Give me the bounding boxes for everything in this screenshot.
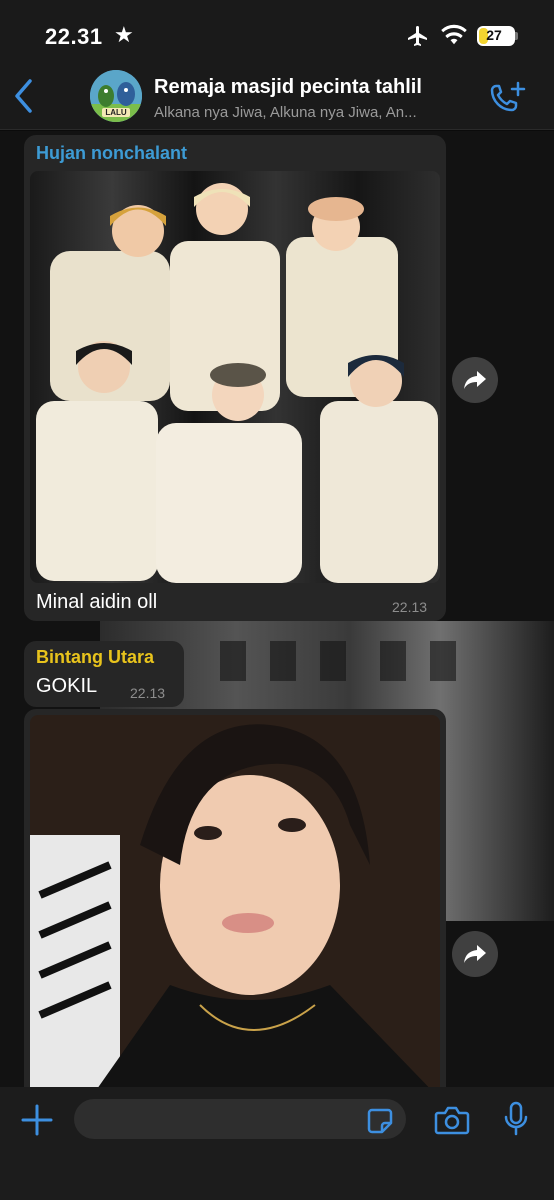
message-time: 22.13: [392, 599, 428, 615]
message-time: 22.13: [130, 685, 166, 701]
sender-name[interactable]: Hujan nonchalant: [36, 143, 187, 164]
group-title[interactable]: Remaja masjid pecinta tahlil: [154, 76, 422, 99]
forward-button[interactable]: [452, 931, 498, 977]
composer-bar: [0, 1087, 554, 1200]
wifi-icon: [441, 24, 467, 45]
portrait-photo[interactable]: [30, 715, 440, 1087]
chat-area[interactable]: Hujan nonchalant Minal aidin oll 22.13 B…: [0, 131, 554, 1087]
chat-header: LALU Remaja masjid pecinta tahlil Alkana…: [0, 70, 554, 130]
avatar-label: LALU: [105, 108, 127, 117]
wallpaper-window: [380, 641, 406, 681]
airplane-icon: [408, 26, 427, 46]
forward-icon: [464, 371, 486, 389]
camera-icon[interactable]: [434, 1105, 470, 1135]
sender-name[interactable]: Bintang Utara: [36, 647, 154, 668]
wallpaper-window: [220, 641, 246, 681]
wallpaper-window: [270, 641, 296, 681]
battery-level: 27: [486, 27, 502, 43]
group-photo-art: [30, 171, 440, 583]
plus-icon[interactable]: [20, 1103, 54, 1137]
group-photo[interactable]: [30, 171, 440, 583]
microphone-icon[interactable]: [502, 1101, 530, 1137]
battery-nub: [515, 32, 518, 40]
status-time: 22.31: [45, 24, 103, 49]
battery-indicator: 27: [477, 26, 515, 46]
status-bar: 22.31 ★ 27: [0, 0, 554, 70]
group-members[interactable]: Alkana nya Jiwa, Alkuna nya Jiwa, An...: [154, 104, 484, 121]
star-icon: ★: [114, 22, 134, 47]
message-input[interactable]: [74, 1099, 406, 1139]
wallpaper-window: [320, 641, 346, 681]
phone-plus-icon[interactable]: [488, 80, 528, 116]
message-text: Minal aidin oll: [36, 591, 158, 613]
wallpaper-window: [430, 641, 456, 681]
group-avatar[interactable]: LALU: [90, 70, 142, 122]
message-bubble[interactable]: Hujan nonchalant Minal aidin oll 22.13: [24, 135, 446, 621]
message-bubble[interactable]: Bintang Utara GOKIL 22.13: [24, 641, 184, 707]
portrait-photo-art: [30, 715, 440, 1087]
forward-icon: [464, 945, 486, 963]
chevron-left-icon[interactable]: [10, 76, 38, 116]
forward-button[interactable]: [452, 357, 498, 403]
photo-bubble[interactable]: [24, 709, 446, 1087]
sticker-icon[interactable]: [366, 1107, 394, 1135]
message-text: GOKIL: [36, 675, 98, 697]
